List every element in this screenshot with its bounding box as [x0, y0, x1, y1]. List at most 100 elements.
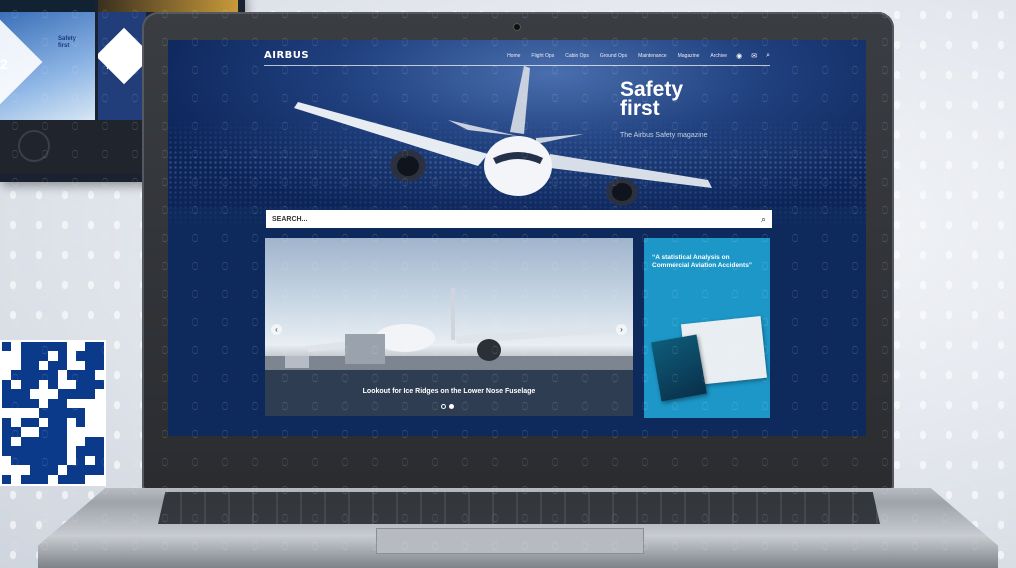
search-input[interactable]: SEARCH... — [272, 216, 307, 223]
nav-ground-ops[interactable]: Ground Ops — [600, 53, 627, 59]
qr-module — [29, 379, 40, 390]
plane-tail — [510, 66, 530, 134]
qr-module — [29, 474, 40, 484]
plane-right-engine-intake — [612, 183, 632, 201]
qr-module — [20, 465, 30, 475]
qr-module — [94, 370, 104, 380]
qr-module — [48, 351, 58, 361]
mail-icon[interactable]: ✉ — [751, 52, 757, 60]
qr-module — [57, 351, 67, 361]
qr-module — [20, 398, 30, 409]
qr-module — [57, 408, 67, 418]
slide-caption[interactable]: Lookout for Ice Ridges on the Lower Nose… — [265, 388, 633, 395]
qr-module — [85, 455, 95, 466]
qr-module — [66, 474, 77, 484]
nav-maintenance[interactable]: Maintenance — [638, 53, 667, 59]
rss-icon[interactable]: ◉ — [736, 52, 742, 60]
magazine-cover — [98, 0, 238, 12]
qr-module — [66, 417, 77, 428]
slider-next-arrow-icon[interactable]: › — [616, 324, 627, 335]
qr-module — [85, 398, 95, 409]
qr-module — [39, 389, 49, 399]
qr-module — [2, 455, 12, 466]
qr-module — [2, 474, 12, 484]
qr-module — [39, 379, 49, 390]
qr-module — [94, 417, 104, 428]
qr-module — [94, 436, 104, 447]
search-bar[interactable]: SEARCH... ⌕ — [266, 210, 772, 228]
qr-module — [48, 379, 58, 390]
qr-module — [29, 408, 40, 418]
nav-cabin-ops[interactable]: Cabin Ops — [565, 53, 589, 59]
hero-title-line: first — [620, 97, 660, 120]
plane-fuselage — [484, 136, 552, 196]
featured-slider[interactable]: ‹ › Lookout for Ice Ridges on the Lower … — [265, 238, 633, 416]
qr-module — [66, 360, 77, 371]
camera-ring-icon — [18, 130, 50, 162]
nav-archive[interactable]: Archive — [710, 53, 727, 59]
qr-module — [48, 370, 58, 380]
promo-panel[interactable]: “A statistical Analysis on Commercial Av… — [644, 238, 770, 418]
qr-module — [20, 389, 30, 399]
qr-module — [20, 474, 30, 484]
qr-module — [20, 370, 30, 380]
qr-module — [48, 342, 58, 352]
qr-module — [94, 427, 104, 437]
promo-title[interactable]: “A statistical Analysis on Commercial Av… — [652, 254, 764, 270]
qr-module — [11, 342, 21, 352]
magazine-cover — [0, 0, 95, 12]
qr-module — [29, 351, 40, 361]
nav-magazine[interactable]: Magazine — [678, 53, 700, 59]
qr-module — [57, 342, 67, 352]
qr-module — [76, 379, 86, 390]
qr-module — [76, 389, 86, 399]
slider-prev-arrow-icon[interactable]: ‹ — [271, 324, 282, 335]
qr-module — [11, 427, 21, 437]
qr-module — [66, 436, 77, 447]
slider-dot[interactable] — [441, 404, 446, 409]
qr-module — [85, 427, 95, 437]
qr-module — [11, 474, 21, 484]
qr-module — [2, 408, 12, 418]
qr-module — [76, 465, 86, 475]
qr-module — [66, 351, 77, 361]
qr-module — [85, 379, 95, 390]
qr-module — [29, 436, 40, 447]
qr-module — [48, 389, 58, 399]
qr-module — [2, 446, 12, 456]
airbus-logo[interactable]: AIRBUS — [264, 50, 309, 61]
slider-dot-active[interactable] — [449, 404, 454, 409]
qr-module — [48, 398, 58, 409]
plane-stabilizer — [536, 134, 584, 144]
qr-module — [2, 417, 12, 428]
plane-stabilizer — [448, 120, 518, 136]
search-icon[interactable]: ⌕ — [766, 52, 770, 60]
qr-module — [85, 389, 95, 399]
qr-module — [20, 351, 30, 361]
qr-module — [39, 465, 49, 475]
nav-home[interactable]: Home — [507, 53, 520, 59]
magazine-cover: Safety first 2 — [0, 12, 95, 120]
qr-module — [39, 360, 49, 371]
qr-module — [76, 455, 86, 466]
qr-module — [11, 446, 21, 456]
laptop-screen: AIRBUS Home Flight Ops Cabin Ops Ground … — [168, 40, 866, 436]
qr-module — [48, 465, 58, 475]
qr-module — [2, 351, 12, 361]
qr-module — [11, 389, 21, 399]
qr-module — [2, 379, 12, 390]
qr-module — [57, 360, 67, 371]
nav-flight-ops[interactable]: Flight Ops — [531, 53, 554, 59]
qr-module — [66, 465, 77, 475]
qr-module — [76, 398, 86, 409]
qr-module — [66, 370, 77, 380]
qr-module — [20, 342, 30, 352]
qr-module — [2, 360, 12, 371]
qr-code[interactable] — [0, 340, 106, 486]
slide-horizon — [265, 356, 633, 370]
qr-module — [76, 446, 86, 456]
search-icon[interactable]: ⌕ — [761, 214, 766, 225]
slide-plane-wing — [455, 326, 617, 344]
qr-module — [2, 398, 12, 409]
qr-module — [85, 465, 95, 475]
